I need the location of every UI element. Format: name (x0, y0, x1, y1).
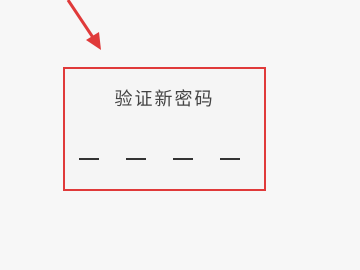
password-slot-1[interactable] (79, 158, 99, 160)
arrow-down-right-icon (66, 0, 101, 50)
password-slot-4[interactable] (220, 158, 240, 160)
dialog-title: 验证新密码 (114, 89, 215, 110)
password-slot-3[interactable] (173, 158, 193, 160)
password-slot-2[interactable] (126, 158, 146, 160)
password-input-slots[interactable] (79, 158, 240, 160)
verify-password-dialog: 验证新密码 (63, 67, 266, 191)
